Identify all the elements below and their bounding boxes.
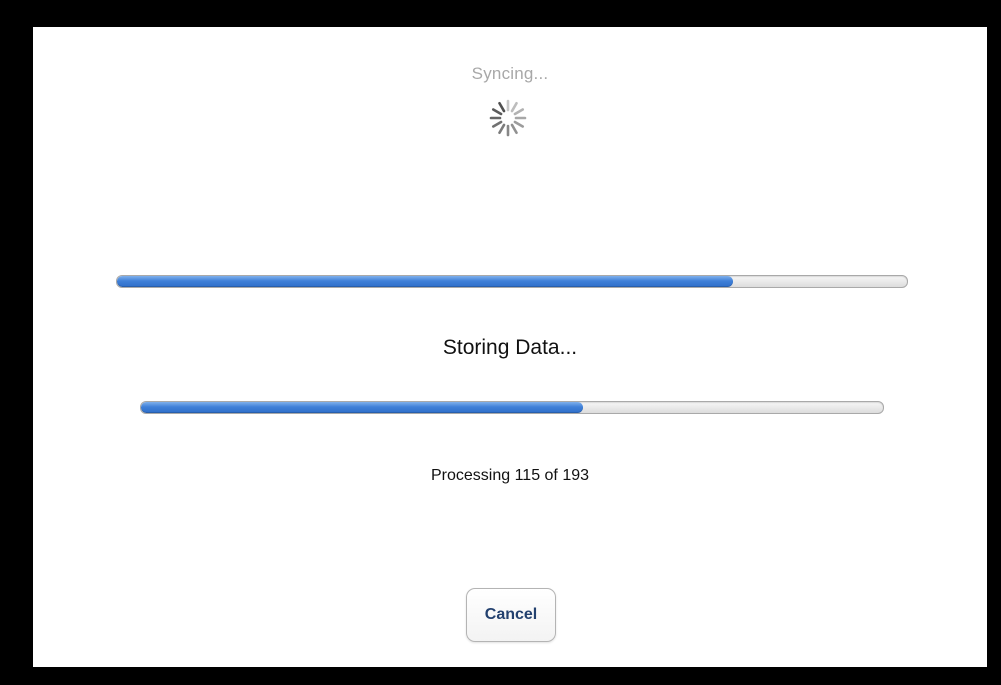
detail-progress-fill [141, 402, 584, 413]
detail-progress-bar [140, 401, 884, 414]
spinner-spoke [510, 123, 518, 135]
spinner-spoke [491, 120, 503, 128]
spinner-spoke [498, 101, 506, 113]
spinner-spoke [513, 108, 525, 116]
overall-progress-bar [116, 275, 908, 288]
processing-count: Processing 115 of 193 [430, 467, 590, 484]
cancel-button[interactable]: Cancel [466, 588, 556, 642]
activity-spinner-icon [489, 99, 527, 137]
syncing-label: Syncing... [471, 64, 549, 83]
spinner-spoke [491, 108, 503, 116]
spinner-spoke [498, 123, 506, 135]
spinner-spoke [510, 101, 518, 113]
sync-screen: Syncing... Storing Data... Processing 11… [33, 27, 987, 667]
spinner-spoke [513, 120, 525, 128]
device-frame: Syncing... Storing Data... Processing 11… [0, 0, 1001, 685]
overall-progress-fill [117, 276, 734, 287]
status-message: Storing Data... [442, 336, 578, 359]
